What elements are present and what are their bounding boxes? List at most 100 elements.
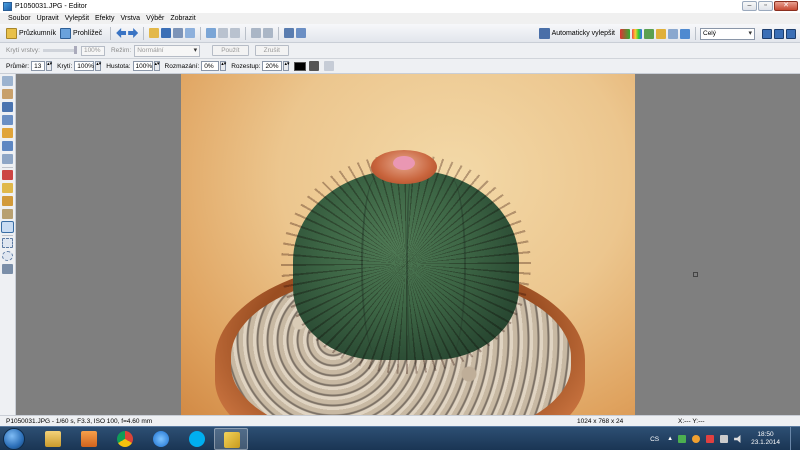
forward-arrow-icon[interactable] [128, 28, 139, 38]
taskbar-media-player[interactable] [72, 428, 106, 450]
color-icon[interactable] [632, 28, 642, 39]
mode-select[interactable]: Normální [134, 44, 201, 57]
copy-icon[interactable] [206, 28, 217, 38]
system-tray: CS ▲ 18:50 23.1.2014 [650, 427, 800, 450]
layers-icon[interactable] [296, 28, 307, 38]
auto-enhance-button[interactable]: Automaticky vylepšit [538, 28, 615, 39]
menu-vyber[interactable]: Výběr [146, 15, 164, 22]
menu-zobrazit[interactable]: Zobrazit [170, 15, 195, 22]
triangle-icon[interactable] [668, 28, 678, 39]
brush-opacity-input[interactable]: 100% [74, 61, 95, 71]
brush-color-swatch[interactable] [294, 61, 307, 71]
density-spinner[interactable]: ▴▾ [153, 61, 160, 71]
paste-icon[interactable] [230, 28, 241, 38]
fullscreen-icon[interactable] [786, 28, 796, 39]
tray-expand-icon[interactable]: ▲ [667, 436, 673, 442]
volume-icon[interactable] [734, 435, 741, 443]
menu-vrstva[interactable]: Vrstva [120, 15, 140, 22]
perspective-tool-icon[interactable] [2, 154, 13, 164]
menu-upravit[interactable]: Upravit [37, 15, 59, 22]
diameter-spinner[interactable]: ▴▾ [46, 61, 52, 71]
cut-icon[interactable] [218, 28, 229, 38]
diameter-input[interactable]: 13 [31, 61, 46, 71]
diameter-label: Průměr: [6, 62, 30, 70]
show-desktop-button[interactable] [790, 427, 800, 450]
print-icon[interactable] [185, 28, 196, 38]
spacing-input[interactable]: 20% [262, 61, 283, 71]
toolbar-separator [245, 26, 247, 40]
blur-spinner[interactable]: ▴▾ [220, 61, 226, 71]
language-indicator[interactable]: CS [650, 436, 659, 443]
layer-opacity-slider[interactable] [42, 46, 77, 54]
cancel-button[interactable]: Zrušit [254, 45, 289, 56]
resize-tool-icon[interactable] [2, 128, 13, 138]
taskbar-zoner-editor[interactable] [214, 428, 248, 450]
rect-selection-tool-icon[interactable] [2, 238, 13, 248]
close-button[interactable]: ✕ [774, 1, 798, 11]
sharpen-icon[interactable] [656, 28, 666, 39]
levels-icon[interactable] [620, 28, 630, 39]
clone-tool-icon[interactable] [2, 196, 13, 206]
hand-tool-icon[interactable] [2, 89, 13, 99]
zoom-select[interactable]: Celý [700, 27, 755, 40]
explorer-button[interactable]: Průzkumník [6, 27, 56, 39]
menu-bar: Soubor Upravit Vylepšit Efekty Vrstva Vý… [0, 13, 800, 24]
taskbar-explorer[interactable] [36, 428, 70, 450]
maximize-button[interactable]: ▫ [758, 1, 773, 11]
window-controls: – ▫ ✕ [741, 1, 798, 11]
toolbar-separator [143, 26, 145, 40]
viewer-button[interactable]: Prohlížeč [59, 27, 102, 39]
save-icon[interactable] [161, 28, 172, 38]
red-eye-tool-icon[interactable] [2, 170, 13, 180]
cursor-coords: X:--- Y:--- [678, 417, 705, 425]
tool-separator [2, 167, 13, 168]
tray-app-icon[interactable] [678, 435, 687, 443]
blur-input[interactable]: 0% [201, 61, 220, 71]
selected-drawing-tool-icon[interactable] [1, 221, 14, 233]
start-button[interactable] [3, 428, 25, 450]
spacing-spinner[interactable]: ▴▾ [283, 61, 290, 71]
crop-tool-icon[interactable] [2, 102, 13, 112]
taskbar-internet-explorer[interactable] [144, 428, 178, 450]
flower [393, 156, 415, 170]
crop-preview-icon[interactable] [680, 28, 690, 39]
actual-size-icon[interactable] [774, 28, 784, 39]
straighten-tool-icon[interactable] [2, 115, 13, 125]
main-toolbar: Průzkumník Prohlížeč Automaticky vylepši… [0, 24, 800, 43]
density-input[interactable]: 100% [132, 61, 153, 71]
taskbar-chrome[interactable] [108, 428, 142, 450]
clock[interactable]: 18:50 23.1.2014 [751, 431, 780, 447]
layer-opacity-field[interactable]: 100% [80, 45, 105, 56]
menu-efekty[interactable]: Efekty [95, 15, 114, 22]
fit-window-icon[interactable] [762, 28, 772, 39]
blur-label: Rozmazání: [164, 62, 200, 70]
menu-vylepsit[interactable]: Vylepšit [65, 15, 89, 22]
save-as-icon[interactable] [173, 28, 184, 38]
retouch-tool-icon[interactable] [2, 209, 13, 219]
cactus-spines [281, 154, 531, 374]
network-icon[interactable] [720, 435, 729, 443]
settings-icon[interactable] [324, 61, 335, 71]
brush-tool-icon[interactable] [2, 183, 13, 193]
tone-icon[interactable] [644, 28, 654, 39]
undo-icon[interactable] [251, 28, 262, 38]
minimize-button[interactable]: – [742, 1, 757, 11]
back-arrow-icon[interactable] [116, 28, 127, 38]
cactus-photo[interactable] [181, 74, 635, 415]
ellipse-selection-tool-icon[interactable] [2, 251, 13, 261]
compare-icon[interactable] [284, 28, 295, 38]
tray-antivirus-icon[interactable] [706, 435, 715, 443]
eyedropper-icon[interactable] [309, 61, 320, 71]
canvas-tool-icon[interactable] [2, 141, 13, 151]
menu-soubor[interactable]: Soubor [8, 15, 31, 22]
tray-update-icon[interactable] [692, 435, 701, 443]
apply-button[interactable]: Použít [212, 45, 249, 56]
taskbar-skype[interactable] [180, 428, 214, 450]
text-tool-icon[interactable] [2, 264, 13, 274]
brush-opacity-spinner[interactable]: ▴▾ [95, 61, 101, 71]
zoom-tool-icon[interactable] [2, 76, 13, 86]
open-folder-icon[interactable] [149, 28, 160, 38]
viewer-icon [59, 27, 71, 39]
redo-icon[interactable] [263, 28, 274, 38]
left-tool-panel [0, 74, 16, 415]
